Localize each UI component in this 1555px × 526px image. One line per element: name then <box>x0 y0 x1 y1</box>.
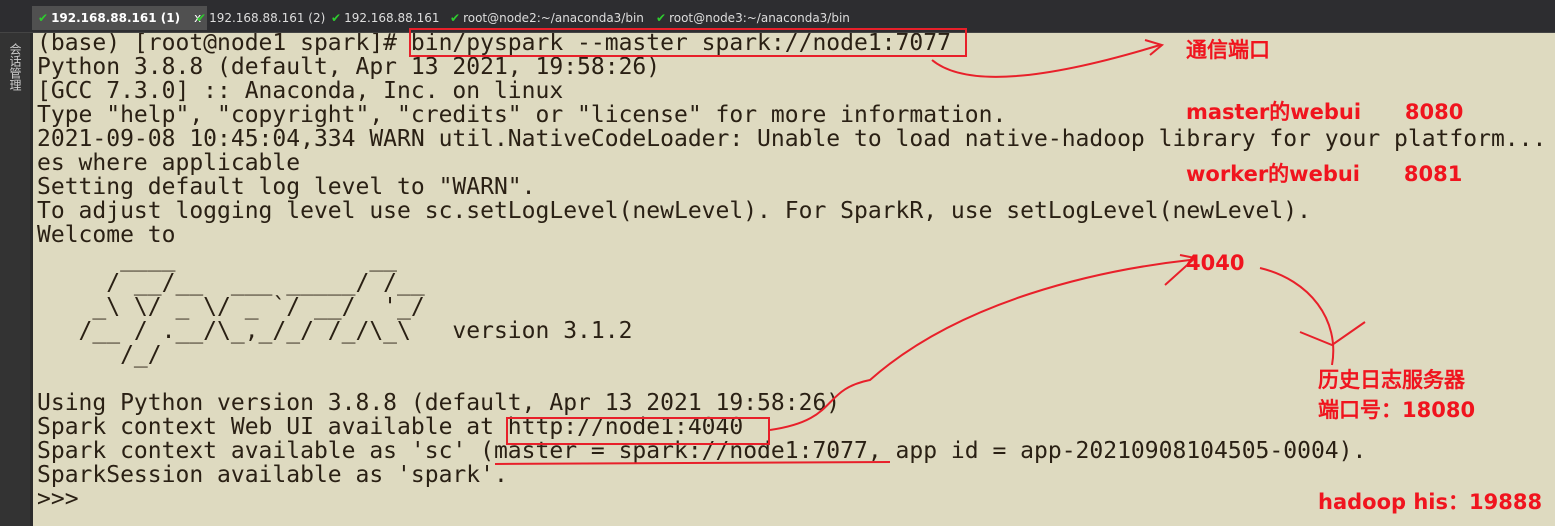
note-4040: 4040 <box>1186 251 1245 275</box>
underline-master <box>494 461 891 465</box>
note-history-port: 端口号：18080 <box>1318 398 1476 422</box>
arrow-history <box>1259 267 1335 366</box>
note-worker-webui: worker的webui 8081 <box>1186 162 1463 186</box>
note-comm-port: 通信端口 <box>1186 38 1270 62</box>
annotation-arrows <box>494 39 1366 465</box>
arrow-comm-port <box>931 44 1161 78</box>
note-history-server: 历史日志服务器 <box>1318 368 1465 392</box>
note-hadoop-his: hadoop his：19888 <box>1318 490 1543 514</box>
note-master-webui: master的webui 8080 <box>1186 100 1464 124</box>
arrow-4040 <box>769 259 1191 431</box>
